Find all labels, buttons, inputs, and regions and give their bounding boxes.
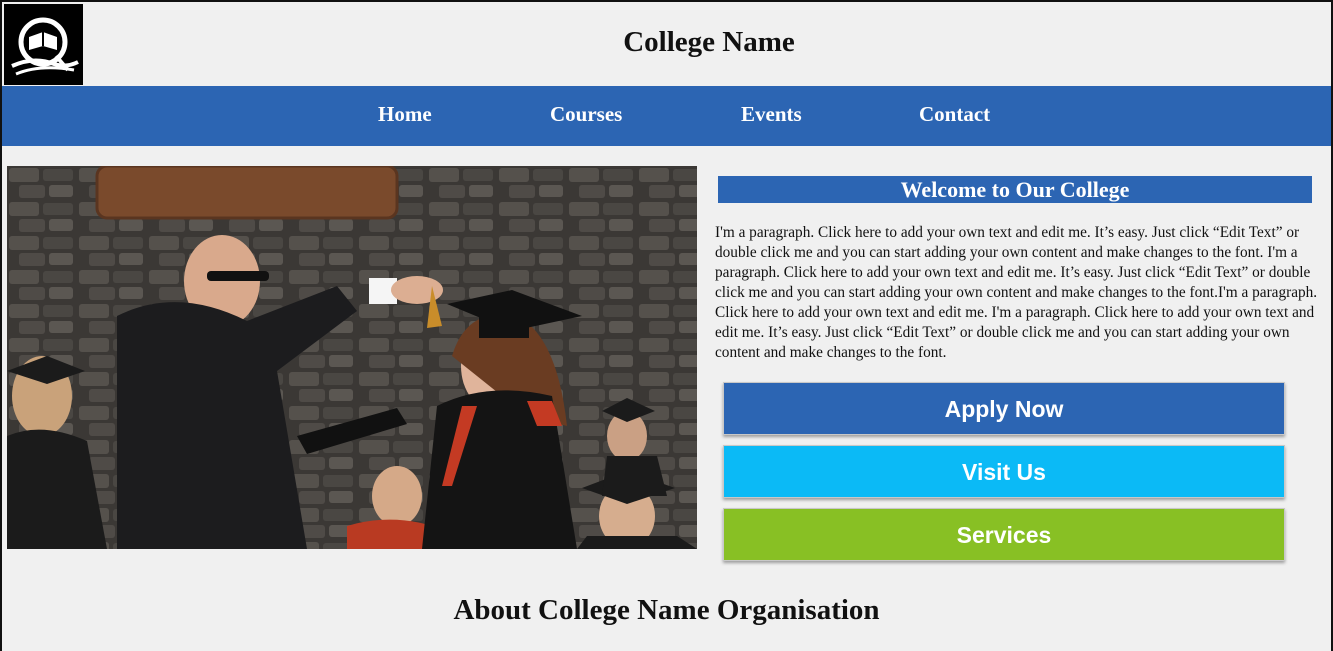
welcome-heading: Welcome to Our College — [718, 176, 1312, 203]
site-title: College Name — [623, 26, 795, 58]
services-button[interactable]: Services — [723, 508, 1285, 561]
nav-home[interactable]: Home — [378, 102, 432, 127]
main-navbar: Home Courses Events Contact — [2, 86, 1331, 146]
visit-us-button[interactable]: Visit Us — [723, 445, 1285, 498]
apply-now-button[interactable]: Apply Now — [723, 382, 1285, 435]
graduation-ceremony-photo — [7, 166, 697, 549]
nav-courses[interactable]: Courses — [550, 102, 622, 127]
nav-events[interactable]: Events — [741, 102, 802, 127]
nav-contact[interactable]: Contact — [919, 102, 990, 127]
about-heading: About College Name Organisation — [453, 594, 880, 626]
welcome-paragraph: I'm a paragraph. Click here to add your … — [715, 224, 1318, 361]
